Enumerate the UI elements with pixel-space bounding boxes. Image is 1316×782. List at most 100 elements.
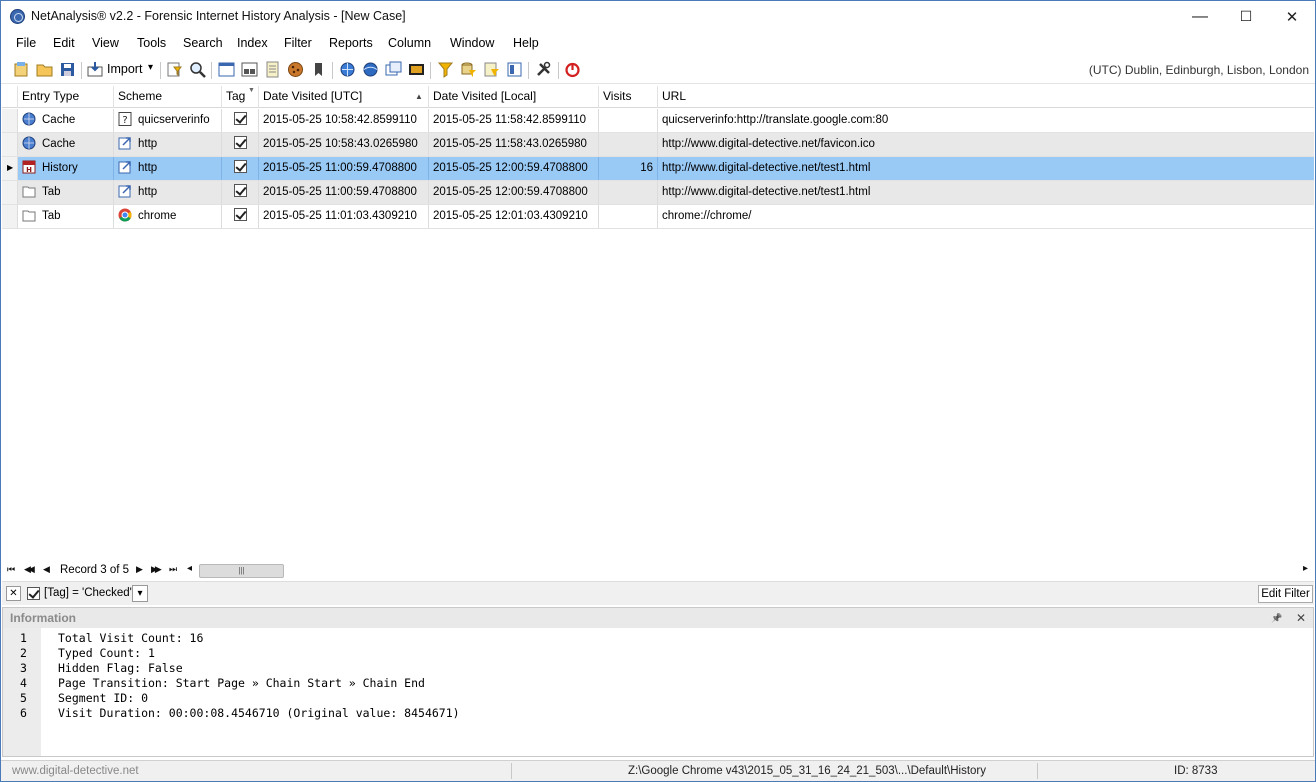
grid-view-icon[interactable]: [218, 61, 235, 78]
cookie-icon[interactable]: [287, 61, 304, 78]
table-row[interactable]: Tab chrome 2015-05-25 11:01:03.4309210 2…: [2, 205, 1314, 229]
visits-cell: 16: [599, 157, 658, 180]
clear-filter-button[interactable]: ✕: [6, 586, 21, 601]
tag-cell[interactable]: [222, 133, 259, 156]
menu-filter[interactable]: Filter: [284, 36, 312, 50]
date-local-cell: 2015-05-25 11:58:42.8599110: [429, 109, 599, 132]
bookmark-icon[interactable]: [310, 61, 327, 78]
info-line[interactable]: Typed Count: 1: [58, 646, 155, 660]
maximize-button[interactable]: ☐: [1223, 1, 1269, 32]
table-row[interactable]: Cache http 2015-05-25 10:58:43.0265980 2…: [2, 133, 1314, 157]
menu-tools[interactable]: Tools: [137, 36, 166, 50]
tag-checkbox[interactable]: [233, 112, 247, 125]
next-page-button[interactable]: ▶▶: [151, 564, 162, 575]
import-dropdown-arrow[interactable]: ▾: [148, 62, 153, 73]
split-view-icon[interactable]: [241, 61, 258, 78]
column-filter-icon[interactable]: ▼: [248, 86, 255, 101]
open-case-icon[interactable]: [36, 61, 53, 78]
document-icon[interactable]: [264, 61, 281, 78]
search-icon[interactable]: [189, 61, 206, 78]
date-utc-cell: 2015-05-25 10:58:43.0265980: [259, 133, 429, 156]
tag-cell[interactable]: [222, 181, 259, 204]
entry-type-cell: Cache: [18, 133, 114, 156]
image-view-icon[interactable]: [408, 61, 425, 78]
table-row[interactable]: Tab http 2015-05-25 11:00:59.4708800 201…: [2, 181, 1314, 205]
next-record-button[interactable]: ▶: [136, 564, 143, 575]
toolbar: Import ▾ (UTC) Dublin, Edinburgh, Lisbon…: [1, 56, 1315, 84]
menu-file[interactable]: File: [16, 36, 36, 50]
menu-edit[interactable]: Edit: [53, 36, 75, 50]
first-record-button[interactable]: ⏮: [7, 564, 15, 575]
row-header-corner: [2, 86, 18, 108]
globe-sync-icon[interactable]: [362, 61, 379, 78]
table-row-selected[interactable]: ▶ H History http 2015-05-25 11:00:59.4708…: [2, 157, 1314, 181]
date-local-cell: 2015-05-25 12:00:59.4708800: [429, 157, 599, 180]
tag-checkbox[interactable]: [233, 184, 247, 197]
scroll-left-button[interactable]: ◂: [187, 563, 192, 574]
app-window: NetAnalysis® v2.2 - Forensic Internet Hi…: [0, 0, 1316, 782]
column-header-url[interactable]: URL: [658, 86, 1314, 108]
row-selector[interactable]: [2, 181, 18, 204]
menu-window[interactable]: Window: [450, 36, 494, 50]
previous-record-button[interactable]: ◀: [43, 564, 50, 575]
column-layout-icon[interactable]: [506, 61, 523, 78]
report-filter-icon[interactable]: [483, 61, 500, 78]
close-button[interactable]: ✕: [1269, 1, 1315, 32]
menu-help[interactable]: Help: [513, 36, 539, 50]
tag-cell[interactable]: [222, 109, 259, 132]
filter-enabled-checkbox[interactable]: [27, 587, 40, 600]
power-exit-icon[interactable]: [564, 61, 581, 78]
tag-cell[interactable]: [222, 157, 259, 180]
import-button[interactable]: Import: [107, 62, 142, 76]
filter-edit-icon[interactable]: [166, 61, 183, 78]
scheme-cell: ? quicserverinfo: [114, 109, 222, 132]
row-selector[interactable]: ▶: [2, 157, 18, 180]
tag-cell[interactable]: [222, 205, 259, 228]
tag-checkbox[interactable]: [233, 208, 247, 221]
filter-dropdown-button[interactable]: ▾: [132, 585, 148, 602]
column-header-date-utc[interactable]: Date Visited [UTC] ▲: [259, 86, 429, 108]
info-line[interactable]: Total Visit Count: 16: [58, 631, 203, 645]
filter-expression[interactable]: [Tag] = 'Checked': [44, 587, 132, 599]
status-website: www.digital-detective.net: [12, 765, 139, 777]
previous-page-button[interactable]: ◀◀: [24, 564, 35, 575]
table-row[interactable]: Cache ? quicserverinfo 2015-05-25 10:58:4…: [2, 109, 1314, 133]
save-icon[interactable]: [59, 61, 76, 78]
column-header-date-local[interactable]: Date Visited [Local]: [429, 86, 599, 108]
line-number: 1: [20, 631, 27, 645]
copy-window-icon[interactable]: [385, 61, 402, 78]
row-selector[interactable]: [2, 205, 18, 228]
database-filter-icon[interactable]: [460, 61, 477, 78]
last-record-button[interactable]: ⏭: [169, 564, 177, 575]
info-line[interactable]: Hidden Flag: False: [58, 661, 183, 675]
row-selector[interactable]: [2, 133, 18, 156]
column-header-visits[interactable]: Visits: [599, 86, 658, 108]
column-header-scheme[interactable]: Scheme: [114, 86, 222, 108]
column-header-tag[interactable]: Tag ▼: [222, 86, 259, 108]
date-local-cell: 2015-05-25 12:00:59.4708800: [429, 181, 599, 204]
scroll-right-button[interactable]: ▸: [1303, 563, 1308, 574]
date-utc-cell: 2015-05-25 10:58:42.8599110: [259, 109, 429, 132]
info-line[interactable]: Visit Duration: 00:00:08.4546710 (Origin…: [58, 706, 460, 720]
import-icon[interactable]: [87, 61, 104, 78]
edit-filter-button[interactable]: Edit Filter: [1258, 585, 1313, 603]
menu-column[interactable]: Column: [388, 36, 431, 50]
tag-checkbox[interactable]: [233, 136, 247, 149]
tools-icon[interactable]: [535, 61, 552, 78]
info-line[interactable]: Segment ID: 0: [58, 691, 148, 705]
row-selector[interactable]: [2, 109, 18, 132]
menu-view[interactable]: View: [92, 36, 119, 50]
minimize-button[interactable]: —: [1177, 1, 1223, 32]
column-header-entry-type[interactable]: Entry Type: [18, 86, 114, 108]
menu-index[interactable]: Index: [237, 36, 268, 50]
menu-search[interactable]: Search: [183, 36, 223, 50]
tag-checkbox[interactable]: [233, 160, 247, 173]
funnel-filter-icon[interactable]: [437, 61, 454, 78]
refresh-globe-icon[interactable]: [339, 61, 356, 78]
info-line[interactable]: Page Transition: Start Page » Chain Star…: [58, 676, 425, 690]
horizontal-scrollbar-thumb[interactable]: |||: [199, 564, 284, 578]
new-case-icon[interactable]: [13, 61, 30, 78]
menu-reports[interactable]: Reports: [329, 36, 373, 50]
close-panel-icon[interactable]: ✕: [1296, 608, 1306, 628]
pin-icon[interactable]: 📌: [1271, 608, 1282, 628]
